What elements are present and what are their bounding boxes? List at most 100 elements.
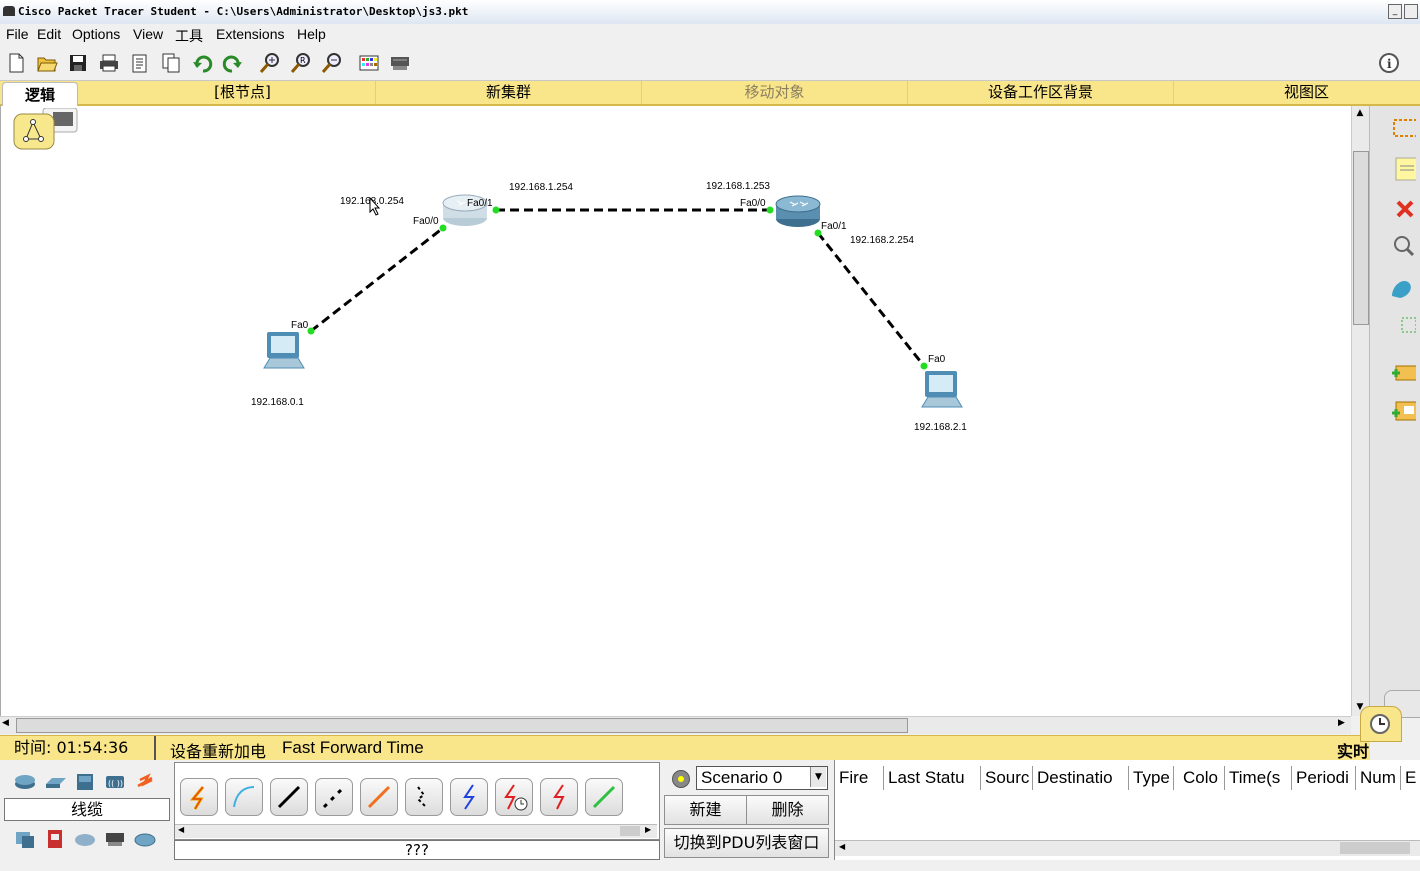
- resize-shape-icon[interactable]: [1388, 312, 1417, 340]
- draw-shape-icon[interactable]: [1388, 274, 1416, 302]
- tab-move-object[interactable]: 移动对象: [642, 81, 908, 104]
- zoom-out-icon[interactable]: [321, 52, 343, 74]
- column-header[interactable]: Periodi: [1292, 766, 1356, 790]
- column-header[interactable]: Fire: [835, 766, 884, 790]
- serial-dce-cable-icon[interactable]: [495, 778, 533, 816]
- svg-text:R: R: [300, 56, 306, 65]
- column-header[interactable]: Type: [1129, 766, 1174, 790]
- inspect-icon[interactable]: [1388, 232, 1416, 260]
- coaxial-cable-icon[interactable]: [450, 778, 488, 816]
- tab-root-node[interactable]: [根节点]: [110, 81, 376, 104]
- switches-category-icon[interactable]: [44, 770, 66, 792]
- scroll-left-icon[interactable]: ◀: [178, 825, 184, 834]
- tab-new-cluster[interactable]: 新集群: [376, 81, 642, 104]
- hubs-category-icon[interactable]: [74, 770, 96, 792]
- menu-edit[interactable]: Edit: [37, 26, 61, 42]
- column-header[interactable]: Last Statu: [884, 766, 981, 790]
- cable-panel-scrollbar[interactable]: ◀ ▶: [175, 824, 657, 838]
- menu-tools[interactable]: 工具: [175, 26, 203, 46]
- router1-port-left: Fa0/0: [413, 216, 439, 227]
- scroll-up-icon[interactable]: ▲: [1354, 108, 1366, 120]
- end-devices-category-icon[interactable]: [14, 828, 36, 850]
- phone-cable-icon[interactable]: [405, 778, 443, 816]
- connections-category-icon[interactable]: [134, 770, 156, 792]
- toggle-pdu-list-button[interactable]: 切换到PDU列表窗口: [664, 828, 829, 858]
- console-cable-icon[interactable]: [225, 778, 263, 816]
- save-icon[interactable]: [67, 52, 89, 74]
- menu-bar: File Edit Options View 工具 Extensions Hel…: [0, 24, 1420, 46]
- menu-extensions[interactable]: Extensions: [216, 26, 284, 42]
- column-header[interactable]: Sourc: [981, 766, 1033, 790]
- fiber-cable-icon[interactable]: [360, 778, 398, 816]
- column-header[interactable]: Colo: [1179, 766, 1225, 790]
- activity-wizard-icon[interactable]: [129, 52, 151, 74]
- vertical-scrollbar[interactable]: ▲ ▼: [1351, 106, 1369, 716]
- auto-connect-cable-icon[interactable]: [180, 778, 218, 816]
- window-title: Cisco Packet Tracer Student - C:\Users\A…: [18, 5, 469, 18]
- delete-icon[interactable]: [1388, 194, 1416, 222]
- tab-logical[interactable]: 逻辑: [2, 82, 78, 108]
- menu-options[interactable]: Options: [72, 26, 120, 42]
- column-header[interactable]: Time(s: [1225, 766, 1292, 790]
- selected-device-label: ???: [174, 840, 660, 860]
- column-header[interactable]: Destinatio: [1033, 766, 1129, 790]
- add-simple-pdu-icon[interactable]: [1388, 358, 1419, 386]
- redo-icon[interactable]: [222, 52, 244, 74]
- scrollbar-thumb[interactable]: [1340, 842, 1410, 854]
- security-category-icon[interactable]: [44, 828, 66, 850]
- scroll-right-icon[interactable]: ▶: [1338, 718, 1345, 728]
- minimize-button[interactable]: _: [1388, 4, 1402, 19]
- menu-help[interactable]: Help: [297, 26, 326, 42]
- undo-icon[interactable]: [191, 52, 213, 74]
- power-cycle-button[interactable]: 设备重新加电: [170, 738, 266, 762]
- menu-file[interactable]: File: [6, 26, 29, 42]
- new-file-icon[interactable]: [5, 52, 27, 74]
- zoom-in-icon[interactable]: [259, 52, 281, 74]
- scrollbar-thumb[interactable]: [16, 718, 908, 733]
- zoom-reset-icon[interactable]: R: [290, 52, 312, 74]
- custom-device-icon[interactable]: [389, 52, 411, 74]
- link-light: [307, 327, 315, 335]
- tab-viewport[interactable]: 视图区: [1174, 81, 1420, 104]
- routers-category-icon[interactable]: [14, 770, 36, 792]
- info-icon[interactable]: i: [1378, 52, 1400, 74]
- chevron-down-icon[interactable]: ▼: [810, 767, 826, 787]
- select-icon[interactable]: [1388, 114, 1419, 142]
- open-folder-icon[interactable]: [36, 52, 58, 74]
- scroll-right-icon[interactable]: ▶: [645, 825, 651, 834]
- menu-view[interactable]: View: [133, 26, 163, 42]
- delete-scenario-button[interactable]: 删除: [746, 795, 829, 825]
- copper-straight-cable-icon[interactable]: [270, 778, 308, 816]
- logical-workspace[interactable]: 192.168.0.254 Fa0/0 Fa0/1 192.168.1.254 …: [0, 106, 1352, 716]
- tab-workspace-background[interactable]: 设备工作区背景: [908, 81, 1174, 104]
- scrollbar-thumb[interactable]: [620, 826, 640, 836]
- copper-crossover-cable-icon[interactable]: [315, 778, 353, 816]
- wan-emulation-category-icon[interactable]: [74, 828, 96, 850]
- pdu-list-table: Fire Last Statu Sourc Destinatio Type Co…: [834, 760, 1420, 860]
- scroll-left-icon[interactable]: ◀: [839, 842, 845, 851]
- new-scenario-button[interactable]: 新建: [664, 795, 747, 825]
- wireless-category-icon[interactable]: (( )): [104, 770, 126, 792]
- column-header[interactable]: Num: [1356, 766, 1401, 790]
- column-header[interactable]: E: [1401, 766, 1420, 790]
- router2-ip-right: 192.168.2.254: [850, 235, 914, 246]
- note-icon[interactable]: [1388, 154, 1419, 182]
- multiuser-category-icon[interactable]: [134, 828, 156, 850]
- fast-forward-button[interactable]: Fast Forward Time: [282, 738, 424, 758]
- copy-icon[interactable]: [160, 52, 182, 74]
- add-complex-pdu-icon[interactable]: [1388, 396, 1419, 424]
- octal-cable-icon[interactable]: [585, 778, 623, 816]
- palette-icon[interactable]: [358, 52, 380, 74]
- scenario-info-icon[interactable]: [672, 770, 690, 788]
- scrollbar-thumb[interactable]: [1353, 151, 1369, 325]
- serial-dte-cable-icon[interactable]: [540, 778, 578, 816]
- maximize-button[interactable]: [1404, 4, 1418, 19]
- scroll-left-icon[interactable]: ◀: [2, 718, 9, 728]
- print-icon[interactable]: [98, 52, 120, 74]
- app-icon: [3, 6, 15, 16]
- horizontal-scrollbar[interactable]: ◀ ▶: [0, 716, 1351, 734]
- pdu-list-scrollbar[interactable]: ◀: [835, 840, 1420, 856]
- scenario-select[interactable]: Scenario 0: [696, 766, 828, 790]
- realtime-mode-tab[interactable]: [1360, 706, 1402, 742]
- custom-devices-category-icon[interactable]: [104, 828, 126, 850]
